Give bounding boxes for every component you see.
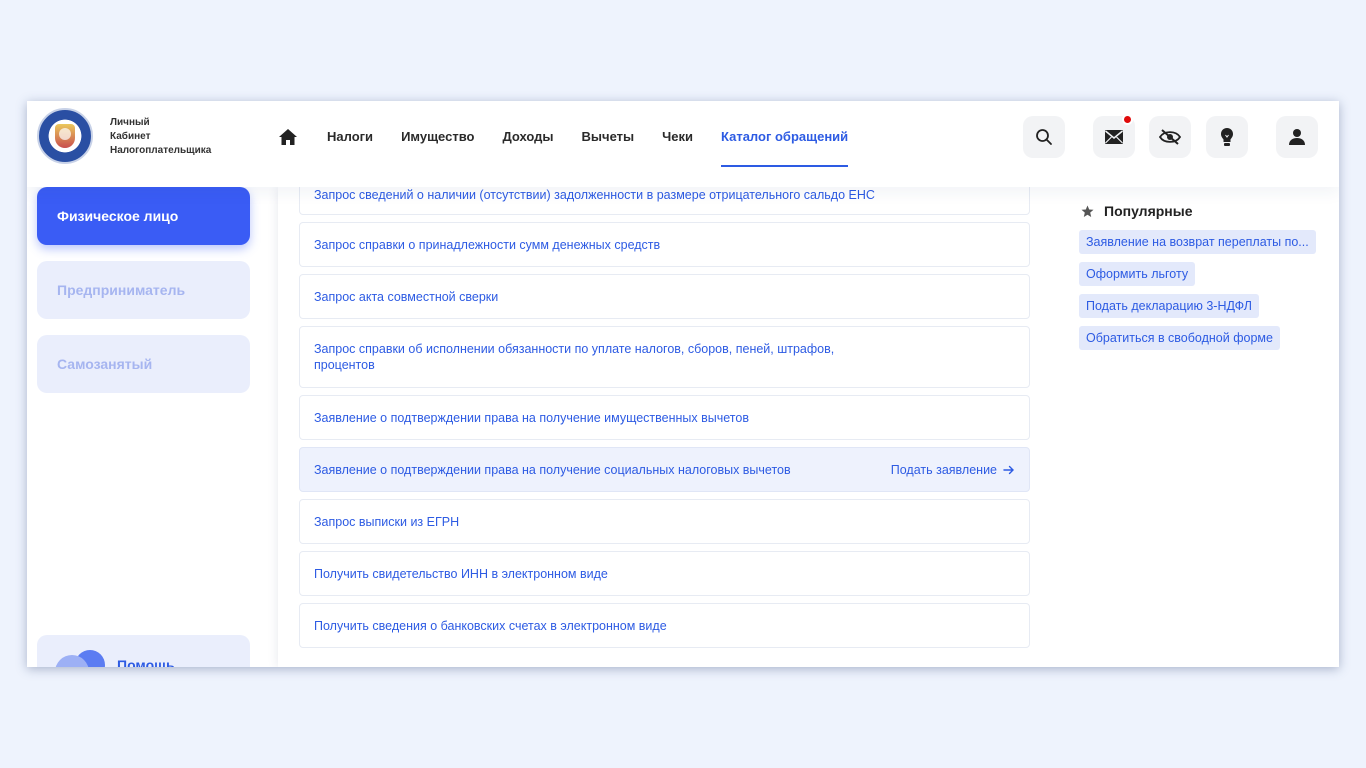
list-item[interactable]: Заявление о подтверждении права на получ… [299,395,1030,440]
search-icon [1036,129,1052,145]
profile-button[interactable] [1276,116,1318,158]
list-item[interactable]: Запрос акта совместной сверки [299,274,1030,319]
notification-dot [1122,114,1133,125]
list-item-text: Получить свидетельство ИНН в электронном… [314,566,608,581]
submit-application-label: Подать заявление [890,462,997,477]
list-item[interactable]: Запрос справки об исполнении обязанности… [299,326,1030,388]
popular-tag[interactable]: Заявление на возврат переплаты по... [1079,230,1316,254]
popular-tag[interactable]: Подать декларацию 3-НДФЛ [1079,294,1259,318]
nav-item-income[interactable]: Доходы [502,101,553,167]
search-button[interactable] [1023,116,1065,158]
list-item[interactable]: Получить свидетельство ИНН в электронном… [299,551,1030,596]
list-item-text: Запрос сведений о наличии (отсутствии) з… [314,188,875,202]
lightbulb-icon [1221,128,1233,146]
list-item-text: Запрос выписки из ЕГРН [314,514,460,529]
user-icon [1289,129,1305,145]
nav-item-receipts[interactable]: Чеки [662,101,693,167]
list-item-text: Заявление о подтверждении права на получ… [314,410,749,425]
request-catalog-list: Запрос сведений о наличии (отсутствии) з… [278,175,1051,667]
list-item-text: Заявление о подтверждении права на получ… [314,462,791,477]
arrow-right-icon [1003,465,1014,474]
home-icon[interactable] [278,128,298,146]
star-icon [1081,205,1094,217]
list-item[interactable]: Получить сведения о банковских счетах в … [299,603,1030,648]
eye-off-icon [1159,129,1181,145]
list-item[interactable]: Заявление о подтверждении права на получ… [299,447,1030,492]
messages-button[interactable] [1093,114,1135,158]
mail-icon [1105,130,1123,144]
help-label: Помощь [117,657,175,667]
nav-item-deductions[interactable]: Вычеты [582,101,635,167]
top-header: Личный Кабинет Налогоплательщика Налоги … [27,101,1339,187]
brand-line-1: Личный [110,117,150,128]
main-nav: Налоги Имущество Доходы Вычеты Чеки Ката… [327,101,876,167]
list-item-text: Получить сведения о банковских счетах в … [314,618,667,633]
brand-title: Личный Кабинет Налогоплательщика [110,116,211,158]
nav-item-taxes[interactable]: Налоги [327,101,373,167]
help-button[interactable]: Помощь [37,635,250,667]
popular-tag[interactable]: Обратиться в свободной форме [1079,326,1280,350]
sidebar-item-individual[interactable]: Физическое лицо [37,187,250,245]
popular-title: Популярные [1081,203,1192,219]
sidebar-item-entrepreneur[interactable]: Предприниматель [37,261,250,319]
list-item-text: Запрос справки об исполнении обязанности… [314,342,835,372]
list-item[interactable]: Запрос справки о принадлежности сумм ден… [299,222,1030,267]
brand-line-2: Кабинет [110,131,151,142]
list-item-text: Запрос справки о принадлежности сумм ден… [314,237,661,252]
app-window: Личный Кабинет Налогоплательщика Налоги … [27,101,1339,667]
list-item[interactable]: Запрос выписки из ЕГРН [299,499,1030,544]
nav-item-request-catalog[interactable]: Каталог обращений [721,101,849,167]
visually-impaired-button[interactable] [1149,116,1191,158]
emblem-highlight [59,128,71,140]
popular-title-text: Популярные [1104,203,1193,219]
tips-button[interactable] [1206,116,1248,158]
submit-application-link[interactable]: Подать заявление [891,463,1015,477]
nav-item-property[interactable]: Имущество [401,101,474,167]
brand-line-3: Налогоплательщика [110,145,212,156]
fns-logo[interactable] [37,108,93,164]
sidebar: Физическое лицо Предприниматель Самозаня… [27,187,271,667]
sidebar-item-self-employed[interactable]: Самозанятый [37,335,250,393]
popular-tag[interactable]: Оформить льготу [1079,262,1196,286]
popular-panel: Популярные Заявление на возврат переплат… [1051,187,1339,667]
list-item-text: Запрос акта совместной сверки [314,289,499,304]
